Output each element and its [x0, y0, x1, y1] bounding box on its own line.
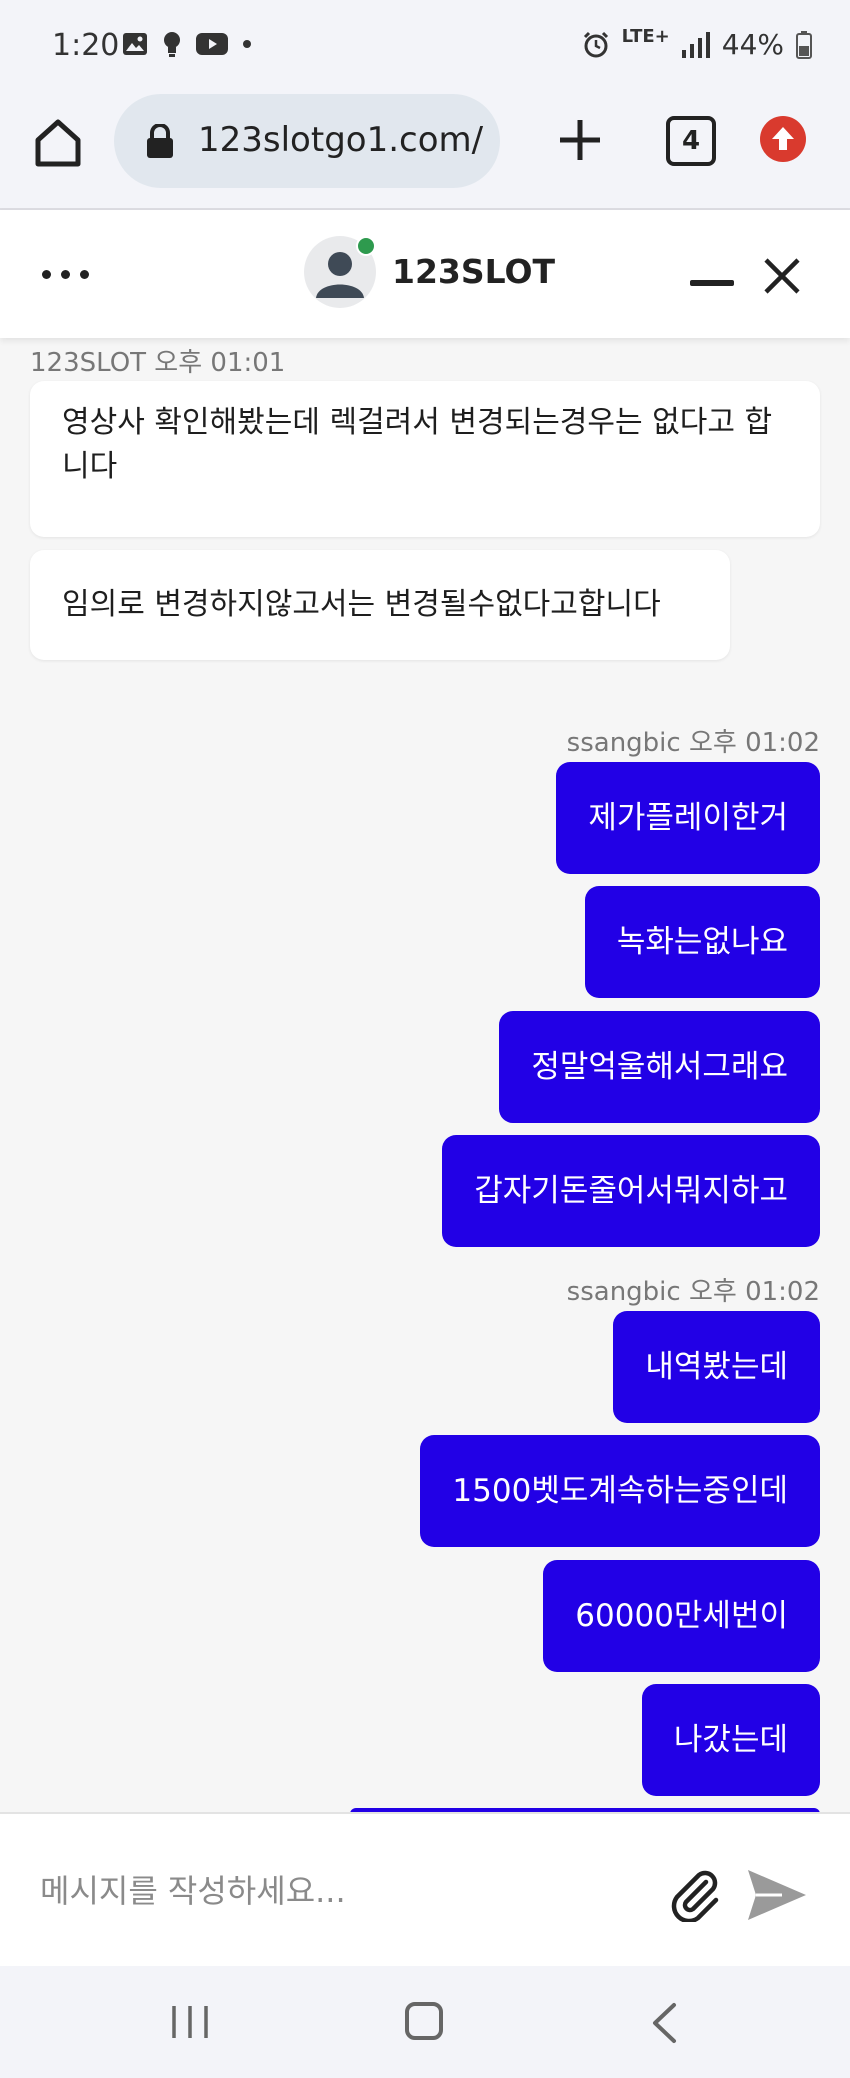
- url-bar[interactable]: 123slotgo1.com/: [114, 94, 500, 188]
- gallery-icon: [123, 33, 147, 55]
- message-meta: 123SLOT 오후 01:01: [30, 348, 286, 378]
- lightbulb-icon: [164, 32, 180, 57]
- outgoing-message: 갑자기돈줄어서뭐지하고: [442, 1135, 820, 1247]
- outgoing-message: 1500벳도계속하는중인데: [420, 1435, 820, 1547]
- system-nav-bar: [0, 1966, 850, 2078]
- battery-icon: [796, 30, 812, 59]
- paperclip-icon[interactable]: [666, 1866, 722, 1922]
- close-icon[interactable]: [760, 254, 804, 298]
- outgoing-message: 나갔는데: [641, 1684, 820, 1796]
- lock-icon: [147, 124, 173, 158]
- outgoing-message: 내역봤는데: [613, 1311, 820, 1423]
- outgoing-message: 정말억울해서그래요: [499, 1011, 820, 1123]
- chat-title: 123SLOT: [392, 252, 556, 291]
- incoming-message: 영상사 확인해봤는데 렉걸려서 변경되는경우는 없다고 합니다: [30, 381, 820, 537]
- alarm-icon: [583, 31, 608, 57]
- minimize-button[interactable]: [690, 280, 734, 286]
- outgoing-message: 제가플레이한거: [556, 762, 820, 874]
- notification-icons: [122, 30, 252, 58]
- new-tab-icon[interactable]: [552, 112, 608, 168]
- status-time: 1:20: [52, 28, 120, 63]
- more-options-icon[interactable]: [42, 270, 89, 279]
- browser-toolbar: 123slotgo1.com/ 4: [0, 90, 850, 210]
- message-composer: [0, 1812, 850, 1968]
- outgoing-message: 60000만세번이: [543, 1560, 820, 1672]
- online-status-dot: [356, 236, 376, 256]
- status-bar: 1:20 LTE+ 44%: [0, 0, 850, 90]
- battery-percent: 44%: [721, 28, 784, 61]
- message-meta: ssangbic 오후 01:02: [566, 728, 820, 758]
- tab-switcher-button[interactable]: 4: [666, 116, 716, 166]
- youtube-icon: [196, 33, 228, 55]
- home-icon[interactable]: [30, 114, 86, 170]
- chat-header: 123SLOT: [0, 210, 850, 338]
- send-icon[interactable]: [746, 1868, 808, 1922]
- recent-apps-icon[interactable]: [168, 2004, 212, 2040]
- network-type: LTE+: [621, 26, 670, 47]
- signal-icon: [681, 31, 710, 58]
- status-right: LTE+ 44%: [582, 26, 812, 61]
- message-input[interactable]: [38, 1858, 642, 1924]
- back-icon[interactable]: [650, 2002, 678, 2044]
- outgoing-message: 녹화는없나요: [584, 886, 820, 998]
- incoming-message: 임의로 변경하지않고서는 변경될수없다고합니다: [30, 550, 730, 660]
- update-button[interactable]: [760, 116, 806, 162]
- arrow-up-icon: [772, 127, 794, 150]
- nav-home-icon[interactable]: [405, 2002, 443, 2040]
- url-text: 123slotgo1.com/: [198, 120, 484, 160]
- dot-icon: [243, 40, 251, 48]
- message-meta: ssangbic 오후 01:02: [566, 1277, 820, 1307]
